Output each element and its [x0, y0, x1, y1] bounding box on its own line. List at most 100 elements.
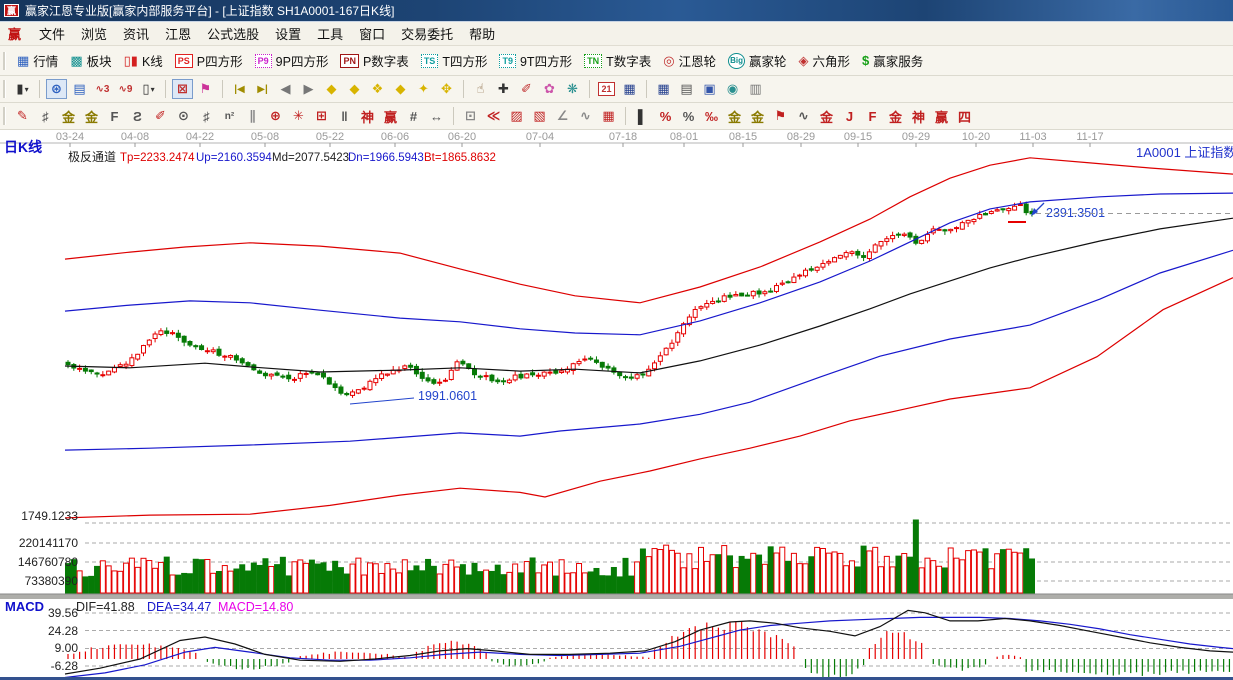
draw-wave-tool[interactable]: ∿: [575, 106, 596, 126]
toolbar-button-winner-service[interactable]: $赢家服务: [857, 49, 928, 72]
menu-item-4[interactable]: 公式选股: [199, 25, 267, 44]
nav-crosshair-tool[interactable]: ✚: [493, 79, 514, 99]
nav-print[interactable]: ▥: [745, 79, 766, 99]
nav-channel-toggle[interactable]: ⊛: [46, 79, 67, 99]
draw-measure-tool[interactable]: ↔: [426, 106, 447, 126]
menu-item-8[interactable]: 交易委托: [393, 25, 461, 44]
draw-si-angle[interactable]: 四: [954, 106, 975, 126]
nav-pattern-tool[interactable]: ✿: [539, 79, 560, 99]
toolbar-button-t-number-table[interactable]: TNT数字表: [579, 49, 656, 72]
nav-diamond-expand[interactable]: ❖: [367, 79, 388, 99]
nav-grid-overlay[interactable]: ⊠: [172, 79, 193, 99]
draw-permille[interactable]: ‰: [701, 106, 722, 126]
nav-bar-style-dropdown[interactable]: ▯▾: [138, 79, 159, 99]
nav-map-tool[interactable]: ❋: [562, 79, 583, 99]
toolbar-button-9t-square[interactable]: T99T四方形: [494, 49, 577, 72]
draw-gold-angle[interactable]: 金: [816, 106, 837, 126]
nav-info-panel[interactable]: ▤: [69, 79, 90, 99]
draw-bars-tool[interactable]: ǁ: [334, 106, 355, 126]
chart-area[interactable]: 03-2404-0804-2205-0805-2206-0606-2007-04…: [0, 130, 1233, 680]
menu-item-2[interactable]: 资讯: [115, 25, 157, 44]
nav-wave-9[interactable]: ∿9: [115, 79, 136, 99]
toolbar-button-sectors[interactable]: ▩板块: [65, 49, 116, 72]
draw-angle-tool[interactable]: ∠: [552, 106, 573, 126]
draw-gann-lines[interactable]: ♯: [35, 106, 56, 126]
toolbar-button-t-square[interactable]: TST四方形: [416, 49, 493, 72]
draw-shen-angle[interactable]: 神: [908, 106, 929, 126]
toolbar-grip[interactable]: [3, 107, 6, 125]
toolbar-button-kline[interactable]: ▯▮K线: [119, 49, 168, 72]
toolbar-button-p-number-table[interactable]: PNP数字表: [335, 49, 413, 72]
nav-notes[interactable]: ▤: [676, 79, 697, 99]
draw-percent[interactable]: %: [678, 106, 699, 126]
toolbar-grip[interactable]: [3, 80, 6, 98]
menu-item-1[interactable]: 浏览: [73, 25, 115, 44]
draw-number-grid[interactable]: #: [403, 106, 424, 126]
menu-item-3[interactable]: 江恩: [157, 25, 199, 44]
draw-ying-tool[interactable]: 赢: [380, 106, 401, 126]
nav-web-link[interactable]: ◉: [722, 79, 743, 99]
nav-diamond-star[interactable]: ✦: [413, 79, 434, 99]
draw-bar-chart-tool[interactable]: ▌: [632, 106, 653, 126]
toolbar-grip[interactable]: [3, 52, 6, 70]
draw-pen[interactable]: ✐: [150, 106, 171, 126]
draw-red-grid[interactable]: ▦: [598, 106, 619, 126]
title-bar[interactable]: 赢 赢家江恩专业版[赢家内部服务平台] - [上证指数 SH1A0001-167…: [0, 0, 1233, 22]
menu-item-6[interactable]: 工具: [309, 25, 351, 44]
draw-gann-box[interactable]: ⊞: [311, 106, 332, 126]
toolbar-button-gann-wheel[interactable]: ◎江恩轮: [658, 49, 721, 72]
draw-gold-lines[interactable]: 金: [747, 106, 768, 126]
nav-save[interactable]: ▣: [699, 79, 720, 99]
menu-item-0[interactable]: 文件: [31, 25, 73, 44]
nav-kline-style-dropdown[interactable]: ▮▾: [12, 79, 33, 99]
nav-calendar[interactable]: 21: [596, 79, 617, 99]
draw-grid-tool[interactable]: ♯: [196, 106, 217, 126]
draw-square-numbers[interactable]: n²: [219, 106, 240, 126]
nav-data-table[interactable]: ▦: [653, 79, 674, 99]
draw-gold-angle-2[interactable]: 金: [885, 106, 906, 126]
draw-pencil[interactable]: ✎: [12, 106, 33, 126]
toolbar-button-winner-wheel[interactable]: Big赢家轮: [723, 49, 791, 72]
draw-gold-grid-2[interactable]: 金: [81, 106, 102, 126]
menu-item-9[interactable]: 帮助: [461, 25, 503, 44]
draw-box-select[interactable]: ⊡: [460, 106, 481, 126]
draw-f-angle[interactable]: F: [862, 106, 883, 126]
draw-shen-tool[interactable]: 神: [357, 106, 378, 126]
draw-gold-circle[interactable]: 金: [724, 106, 745, 126]
nav-diamond-left[interactable]: ◆: [321, 79, 342, 99]
toolbar-button-p-square[interactable]: PSP四方形: [170, 49, 248, 72]
draw-fibonacci-grid[interactable]: F: [104, 106, 125, 126]
draw-percent-red[interactable]: %: [655, 106, 676, 126]
nav-flag-marker[interactable]: ⚑: [195, 79, 216, 99]
draw-hatch-box[interactable]: ▨: [506, 106, 527, 126]
kline-chart[interactable]: 03-2404-0804-2205-0805-2206-0606-2007-04…: [0, 130, 1233, 680]
toolbar-button-9p-square[interactable]: P99P四方形: [250, 49, 334, 72]
draw-gold-grid-1[interactable]: 金: [58, 106, 79, 126]
draw-gann-fan-center[interactable]: ⊕: [265, 106, 286, 126]
draw-gann-web[interactable]: ✳: [288, 106, 309, 126]
nav-diamond-star-2[interactable]: ✥: [436, 79, 457, 99]
nav-diamond-collapse[interactable]: ◆: [390, 79, 411, 99]
nav-last-bar[interactable]: ▶|: [252, 79, 273, 99]
nav-hand-tool[interactable]: ☝: [470, 79, 491, 99]
nav-draw-tool[interactable]: ✐: [516, 79, 537, 99]
draw-parallel-lines[interactable]: ∥: [242, 106, 263, 126]
draw-wave-line[interactable]: ∿: [793, 106, 814, 126]
draw-ying-angle[interactable]: 赢: [931, 106, 952, 126]
nav-diamond-right[interactable]: ◆: [344, 79, 365, 99]
draw-circle-tool[interactable]: ⊙: [173, 106, 194, 126]
draw-hatch-box-2[interactable]: ▧: [529, 106, 550, 126]
menu-item-5[interactable]: 设置: [267, 25, 309, 44]
toolbar-button-hexagon[interactable]: ◈六角形: [793, 49, 855, 72]
draw-spiral[interactable]: Ƨ: [127, 106, 148, 126]
nav-next-bar[interactable]: ▶: [298, 79, 319, 99]
menu-item-7[interactable]: 窗口: [351, 25, 393, 44]
nav-calculator[interactable]: ▦: [619, 79, 640, 99]
draw-flag-line[interactable]: ⚑: [770, 106, 791, 126]
nav-wave-3[interactable]: ∿3: [92, 79, 113, 99]
toolbar-button-market-quotes[interactable]: ▦行情: [12, 49, 63, 72]
nav-prev-bar[interactable]: ◀: [275, 79, 296, 99]
draw-fan-lines[interactable]: ≪: [483, 106, 504, 126]
nav-first-bar[interactable]: |◀: [229, 79, 250, 99]
draw-j-angle[interactable]: J: [839, 106, 860, 126]
